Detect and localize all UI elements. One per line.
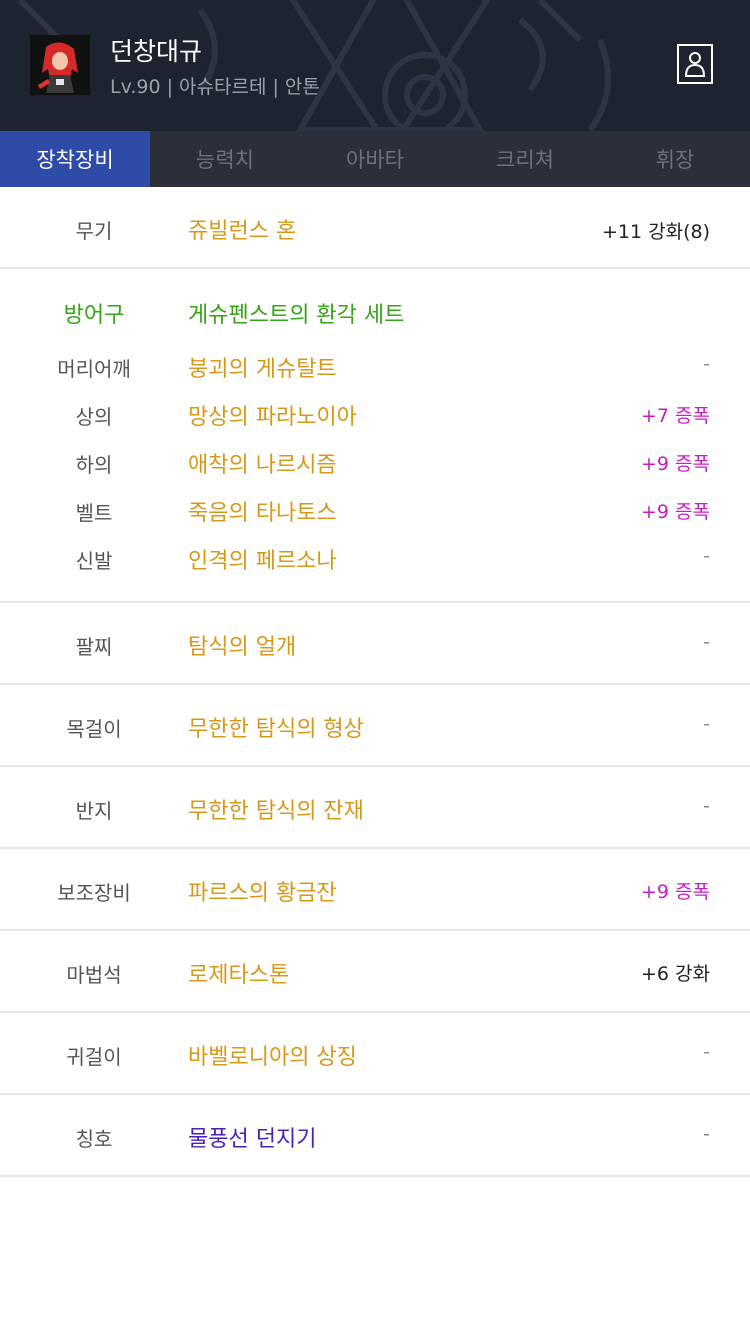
item-stat: +9 증폭 [640, 453, 710, 475]
equipment-row-bottom[interactable]: 하의 애착의 나르시즘 +9 증폭 [0, 447, 750, 495]
equipment-row-magicstone[interactable]: 마법석 로제타스톤 +6 강화 [0, 931, 750, 1011]
item-stat: - [703, 353, 710, 375]
character-info: Lv.90 | 아슈타르테 | 안톤 [110, 76, 320, 98]
slot-label: 하의 [75, 453, 113, 477]
item-name: 죽음의 타나토스 [188, 501, 337, 526]
equipment-list: 무기 쥬빌런스 혼 +11 강화(8) 방어구 게슈펜스트의 환각 세트 머리어… [0, 187, 750, 1177]
tab-stats[interactable]: 능력치 [150, 131, 300, 187]
tab-avatar[interactable]: 아바타 [300, 131, 450, 187]
slot-label: 머리어깨 [57, 357, 131, 381]
profile-button[interactable] [677, 44, 713, 84]
item-stat: - [703, 631, 710, 653]
item-stat: +7 증폭 [640, 405, 710, 427]
slot-label: 보조장비 [57, 881, 131, 905]
item-stat: +11 강화(8) [601, 221, 710, 243]
character-portrait-icon [32, 37, 88, 93]
tab-creature[interactable]: 크리쳐 [450, 131, 600, 187]
equipment-row-ring[interactable]: 반지 무한한 탐식의 잔재 - [0, 767, 750, 847]
person-outline-icon [684, 52, 706, 77]
item-name: 망상의 파라노이아 [188, 405, 357, 430]
slot-label: 마법석 [66, 963, 122, 987]
slot-label: 벨트 [75, 501, 113, 525]
equipment-group-weapon: 무기 쥬빌런스 혼 +11 강화(8) [0, 187, 750, 269]
item-name: 무한한 탐식의 형상 [188, 717, 364, 742]
item-stat: +6 강화 [640, 963, 710, 985]
equipment-group-earring: 귀걸이 바벨로니아의 상징 - [0, 1013, 750, 1095]
item-stat: +9 증폭 [640, 501, 710, 523]
item-name: 붕괴의 게슈탈트 [188, 357, 337, 382]
character-avatar[interactable] [30, 35, 90, 95]
tab-equipment[interactable]: 장착장비 [0, 131, 150, 187]
equipment-group-necklace: 목걸이 무한한 탐식의 형상 - [0, 685, 750, 767]
equipment-row-weapon[interactable]: 무기 쥬빌런스 혼 +11 강화(8) [0, 187, 750, 267]
equipment-group-ring: 반지 무한한 탐식의 잔재 - [0, 767, 750, 849]
slot-label: 귀걸이 [66, 1045, 122, 1069]
item-name: 로제타스톤 [188, 963, 290, 988]
equipment-row-head[interactable]: 머리어깨 붕괴의 게슈탈트 - [0, 351, 750, 399]
slot-label: 무기 [75, 219, 113, 243]
tab-bar: 장착장비 능력치 아바타 크리쳐 휘장 [0, 131, 750, 187]
equipment-group-armor: 방어구 게슈펜스트의 환각 세트 머리어깨 붕괴의 게슈탈트 - 상의 망상의 … [0, 269, 750, 603]
armor-set-row[interactable]: 방어구 게슈펜스트의 환각 세트 [0, 269, 750, 351]
item-stat: - [703, 545, 710, 567]
equipment-row-title[interactable]: 칭호 물풍선 던지기 - [0, 1095, 750, 1175]
equipment-group-subequip: 보조장비 파르스의 황금잔 +9 증폭 [0, 849, 750, 931]
item-name: 탐식의 얼개 [188, 635, 297, 660]
character-name: 던창대규 [110, 37, 203, 66]
equipment-group-bracelet: 팔찌 탐식의 얼개 - [0, 603, 750, 685]
slot-label: 칭호 [75, 1127, 113, 1151]
equipment-row-subequip[interactable]: 보조장비 파르스의 황금잔 +9 증폭 [0, 849, 750, 929]
slot-label: 목걸이 [66, 717, 122, 741]
equipment-row-belt[interactable]: 벨트 죽음의 타나토스 +9 증폭 [0, 495, 750, 543]
equipment-group-title: 칭호 물풍선 던지기 - [0, 1095, 750, 1177]
slot-label: 반지 [75, 799, 113, 823]
item-name: 쥬빌런스 혼 [188, 219, 297, 244]
item-name: 물풍선 던지기 [188, 1127, 317, 1152]
item-stat: - [703, 795, 710, 817]
slot-label: 상의 [75, 405, 113, 429]
item-name: 인격의 페르소나 [188, 549, 337, 574]
equipment-row-bracelet[interactable]: 팔찌 탐식의 얼개 - [0, 603, 750, 683]
item-name: 무한한 탐식의 잔재 [188, 799, 364, 824]
equipment-row-top[interactable]: 상의 망상의 파라노이아 +7 증폭 [0, 399, 750, 447]
slot-label: 신발 [75, 549, 113, 573]
tab-insignia[interactable]: 휘장 [600, 131, 750, 187]
item-stat: - [703, 713, 710, 735]
item-name: 바벨로니아의 상징 [188, 1045, 357, 1070]
item-name: 애착의 나르시즘 [188, 453, 337, 478]
slot-label: 방어구 [63, 303, 125, 328]
profile-header: 던창대규 Lv.90 | 아슈타르테 | 안톤 [0, 0, 750, 131]
equipment-row-earring[interactable]: 귀걸이 바벨로니아의 상징 - [0, 1013, 750, 1093]
item-stat: - [703, 1123, 710, 1145]
slot-label: 팔찌 [75, 635, 113, 659]
set-name: 게슈펜스트의 환각 세트 [188, 303, 405, 328]
equipment-row-shoes[interactable]: 신발 인격의 페르소나 - [0, 543, 750, 601]
equipment-group-magicstone: 마법석 로제타스톤 +6 강화 [0, 931, 750, 1013]
item-stat: +9 증폭 [640, 881, 710, 903]
item-name: 파르스의 황금잔 [188, 881, 337, 906]
item-stat: - [703, 1041, 710, 1063]
equipment-row-necklace[interactable]: 목걸이 무한한 탐식의 형상 - [0, 685, 750, 765]
